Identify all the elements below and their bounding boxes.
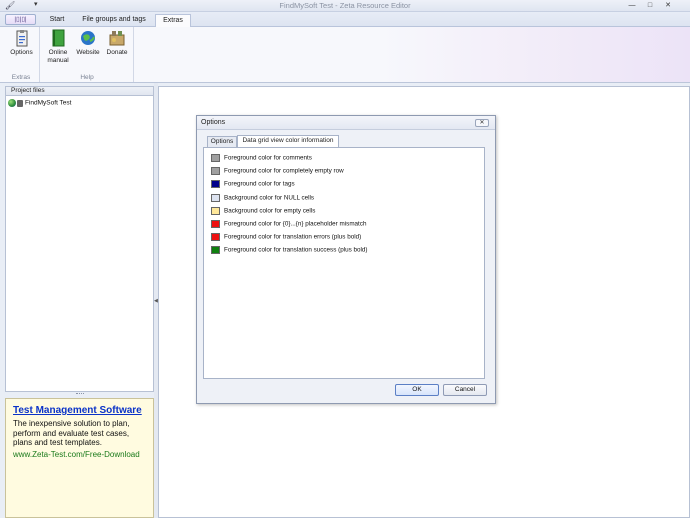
color-row[interactable]: Foreground color for completely empty ro… bbox=[211, 167, 344, 176]
ribbon-tab-row: |▯|▯| Start File groups and tags Extras bbox=[0, 12, 690, 27]
project-database-icon bbox=[17, 99, 23, 107]
color-label: Background color for NULL cells bbox=[224, 194, 315, 202]
tab-start[interactable]: Start bbox=[42, 14, 72, 27]
website-button[interactable]: Website bbox=[74, 29, 102, 57]
ad-text: The inexpensive solution to plan, perfor… bbox=[13, 419, 130, 447]
color-swatch[interactable] bbox=[211, 233, 220, 242]
dialog-title-bar: Options ✕ bbox=[197, 116, 495, 130]
online-manual-button[interactable]: Online manual bbox=[44, 29, 72, 65]
ribbon-group-label-help: Help bbox=[80, 74, 94, 81]
color-label: Foreground color for completely empty ro… bbox=[224, 167, 344, 175]
ok-button[interactable]: OK bbox=[395, 384, 439, 396]
color-row[interactable]: Background color for empty cells bbox=[211, 206, 316, 216]
tree-item-label: FindMySoft Test bbox=[25, 99, 72, 107]
ad-url-link[interactable]: www.Zeta-Test.com/Free-Download bbox=[13, 450, 146, 459]
options-dialog: Options ✕ Options Data grid view color i… bbox=[196, 115, 496, 404]
ribbon-group-extras: Options Extras bbox=[3, 27, 40, 82]
color-info-panel: Foreground color for comments Foreground … bbox=[203, 147, 485, 379]
tab-file-groups-and-tags[interactable]: File groups and tags bbox=[76, 14, 152, 27]
options-button-label: Options bbox=[10, 49, 33, 56]
tab-data-grid-colors[interactable]: Data grid view color information bbox=[237, 135, 339, 147]
tab-extras[interactable]: Extras bbox=[155, 14, 191, 27]
ad-title-link[interactable]: Test Management Software bbox=[13, 405, 146, 416]
color-swatch[interactable] bbox=[211, 167, 220, 176]
color-row[interactable]: Foreground color for translation success… bbox=[211, 246, 368, 255]
color-swatch[interactable] bbox=[211, 206, 220, 215]
advertisement-box: Test Management Software The inexpensive… bbox=[5, 398, 154, 518]
color-swatch[interactable] bbox=[211, 220, 220, 228]
color-label: Foreground color for comments bbox=[224, 154, 312, 162]
globe-icon bbox=[81, 31, 95, 45]
color-swatch[interactable] bbox=[211, 246, 220, 255]
color-swatch[interactable] bbox=[211, 154, 220, 162]
online-manual-button-label: Online manual bbox=[47, 49, 69, 64]
color-label: Foreground color for translation success… bbox=[224, 246, 368, 254]
color-row[interactable]: Foreground color for comments bbox=[211, 154, 312, 163]
color-row[interactable]: Foreground color for {0}...{n} placehold… bbox=[211, 220, 366, 229]
donate-icon bbox=[109, 31, 125, 46]
donate-button-label: Donate bbox=[106, 49, 128, 56]
maximize-button[interactable]: □ bbox=[644, 1, 656, 10]
color-row[interactable]: Foreground color for translation errors … bbox=[211, 233, 361, 242]
color-row[interactable]: Background color for NULL cells bbox=[211, 193, 315, 203]
tab-options[interactable]: Options bbox=[207, 136, 237, 147]
cancel-button[interactable]: Cancel bbox=[443, 384, 487, 396]
title-bar: 🖌 ▾ FindMySoft Test - Zeta Resource Edit… bbox=[0, 0, 690, 12]
book-icon bbox=[52, 29, 65, 47]
tree-item-project[interactable]: FindMySoft Test bbox=[8, 99, 71, 108]
ribbon-group-label-extras: Extras bbox=[11, 74, 31, 81]
donate-button[interactable]: Donate bbox=[103, 29, 131, 57]
dialog-title: Options bbox=[201, 119, 226, 126]
panel-splitter-grip[interactable] bbox=[76, 393, 84, 396]
options-button[interactable]: Options bbox=[5, 29, 38, 57]
color-label: Background color for empty cells bbox=[224, 207, 316, 215]
color-swatch[interactable] bbox=[211, 180, 220, 189]
ribbon: Options Extras Online manual Website Don… bbox=[0, 27, 690, 83]
project-files-tree[interactable]: FindMySoft Test bbox=[5, 96, 154, 392]
window-title: FindMySoft Test - Zeta Resource Editor bbox=[279, 1, 411, 10]
color-label: Foreground color for {0}...{n} placehold… bbox=[224, 220, 367, 228]
project-files-header: Project files bbox=[5, 86, 154, 96]
options-clipboard-icon bbox=[16, 30, 27, 47]
ribbon-group-help: Online manual Website Donate Help bbox=[41, 27, 134, 82]
project-globe-icon bbox=[8, 99, 16, 107]
close-button[interactable]: ✕ bbox=[662, 1, 674, 10]
color-swatch[interactable] bbox=[211, 193, 220, 202]
color-label: Foreground color for tags bbox=[224, 180, 295, 188]
color-row[interactable]: Foreground color for tags bbox=[211, 180, 295, 189]
minimize-button[interactable]: — bbox=[626, 1, 638, 10]
application-menu-button[interactable]: |▯|▯| bbox=[5, 14, 36, 25]
color-label: Foreground color for translation errors … bbox=[224, 233, 362, 241]
website-button-label: Website bbox=[76, 49, 100, 56]
dialog-close-button[interactable]: ✕ bbox=[475, 119, 489, 127]
